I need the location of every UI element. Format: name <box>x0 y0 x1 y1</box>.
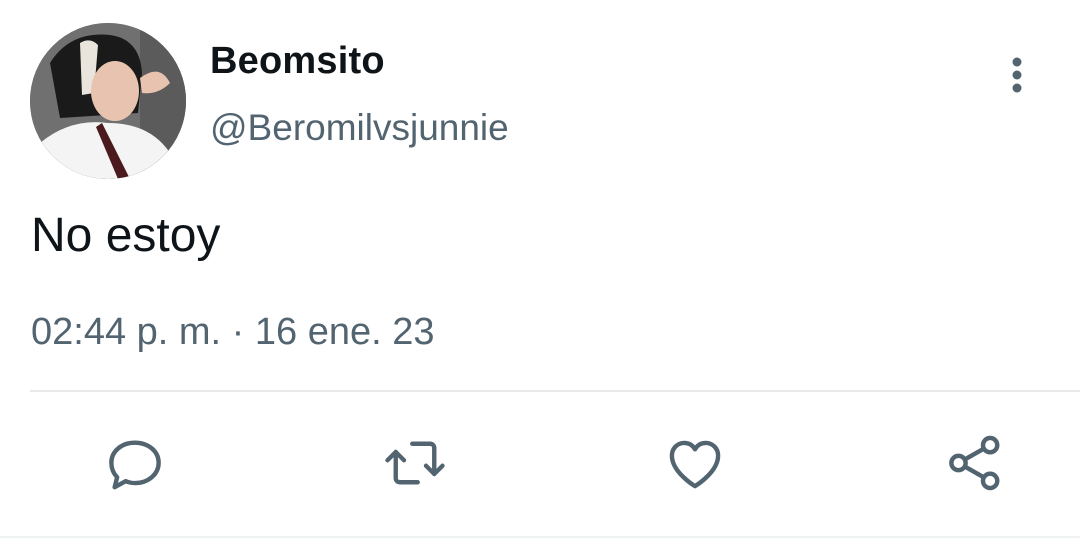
author-display-name[interactable]: Beomsito <box>210 40 385 83</box>
more-vertical-icon <box>1012 57 1022 93</box>
tweet-timestamp[interactable]: 02:44 p. m. · 16 ene. 23 <box>31 311 435 354</box>
reply-icon <box>109 440 161 490</box>
retweet-button[interactable] <box>382 430 448 496</box>
share-icon <box>949 435 1000 491</box>
heart-icon <box>669 440 721 489</box>
avatar[interactable] <box>30 23 186 179</box>
tweet-text: No estoy <box>31 209 221 262</box>
bottom-divider <box>0 536 1080 538</box>
more-options-button[interactable] <box>995 52 1039 98</box>
like-button[interactable] <box>662 430 728 496</box>
retweet-icon <box>385 441 445 485</box>
reply-button[interactable] <box>102 430 168 496</box>
author-handle[interactable]: @Beromilvsjunnie <box>210 107 509 149</box>
divider <box>30 390 1080 392</box>
avatar-image <box>30 23 186 179</box>
share-button[interactable] <box>942 430 1008 496</box>
